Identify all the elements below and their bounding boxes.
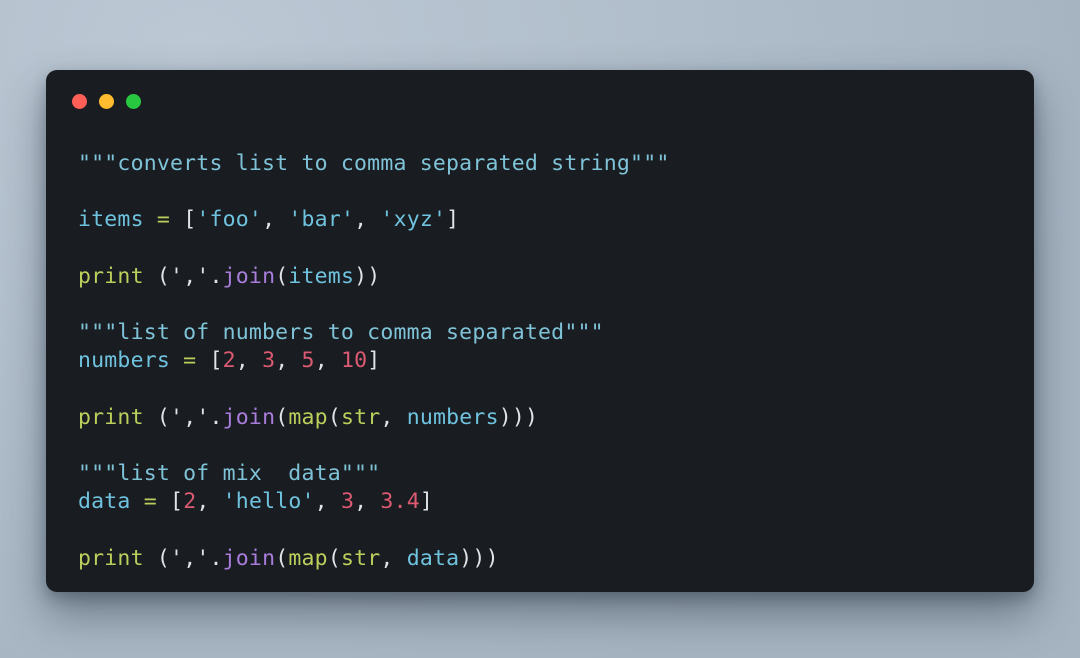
docstring-converts-list: """converts list to comma separated stri… <box>78 151 670 176</box>
builtin-map-1: map <box>288 404 328 430</box>
string-comma-separator-1: ',' <box>170 263 210 289</box>
dot-1: . <box>209 263 223 289</box>
close-bracket-1: ] <box>446 207 460 233</box>
open-paren-3: ( <box>156 404 171 430</box>
python-code-block: """converts list to comma separated stri… <box>78 150 1004 573</box>
builtin-str-2: str <box>340 545 381 571</box>
space-9 <box>144 546 157 571</box>
builtin-print-1: print <box>78 263 144 289</box>
screenshot-stage: """converts list to comma separated stri… <box>0 0 1080 658</box>
comma-9: , <box>354 489 381 515</box>
comma-3: , <box>235 348 263 374</box>
close-parens-2: ))) <box>498 404 539 430</box>
code-line-7: """list of numbers to comma separated""" <box>78 319 1004 347</box>
string-comma-separator-2: ',' <box>170 404 210 430</box>
string-comma-separator-3: ',' <box>170 545 210 571</box>
number-2b: 2 <box>183 489 197 515</box>
space-8 <box>157 489 170 514</box>
close-parens-3: ))) <box>459 545 499 571</box>
assign-operator-1: = <box>156 207 171 233</box>
dot-3: . <box>209 545 223 571</box>
open-paren-7: ( <box>275 545 289 571</box>
code-line-1: """converts list to comma separated stri… <box>78 150 1004 178</box>
code-line-12: """list of mix data""" <box>78 460 1004 488</box>
space-4 <box>170 348 183 373</box>
code-line-9-blank <box>78 376 1004 404</box>
comma-5: , <box>314 348 341 374</box>
maximize-window-icon[interactable] <box>126 93 141 109</box>
close-bracket-2: ] <box>367 348 381 374</box>
close-parens-1: )) <box>354 263 381 289</box>
code-line-3: items = ['foo', 'bar', 'xyz'] <box>78 206 1004 234</box>
open-paren-6: ( <box>156 545 171 571</box>
code-line-2-blank <box>78 178 1004 206</box>
space-3 <box>144 264 157 289</box>
code-line-6-blank <box>78 291 1004 319</box>
builtin-print-2: print <box>78 404 144 430</box>
method-join-1: join <box>222 263 276 289</box>
close-bracket-3: ] <box>419 489 434 515</box>
code-line-14-blank <box>78 517 1004 545</box>
builtin-str-1: str <box>340 404 381 430</box>
open-paren-1: ( <box>156 263 171 289</box>
window-title-bar <box>46 70 1034 132</box>
comma-6: , <box>380 404 407 430</box>
open-bracket-3: [ <box>170 489 184 515</box>
space-6 <box>144 405 157 430</box>
number-3b: 3 <box>340 489 355 515</box>
code-line-4-blank <box>78 235 1004 263</box>
open-paren-4: ( <box>275 404 289 430</box>
traffic-light-buttons <box>72 93 141 109</box>
code-line-15: print (','.join(map(str, data))) <box>78 545 1004 573</box>
variable-numbers: numbers <box>78 348 171 374</box>
variable-items: items <box>78 207 144 233</box>
method-join-3: join <box>222 545 276 571</box>
variable-numbers-ref: numbers <box>406 404 499 430</box>
string-hello: 'hello' <box>222 489 315 515</box>
assign-operator-2: = <box>183 348 197 374</box>
code-line-11-blank <box>78 432 1004 460</box>
code-line-10: print (','.join(map(str, numbers))) <box>78 404 1004 432</box>
code-snippet-window: """converts list to comma separated stri… <box>46 70 1034 592</box>
comma-10: , <box>380 545 407 571</box>
number-2: 2 <box>222 348 236 374</box>
open-paren-2: ( <box>275 263 289 289</box>
number-10: 10 <box>341 348 368 374</box>
space-1 <box>144 207 157 232</box>
comma-2: , <box>354 207 381 233</box>
builtin-print-3: print <box>78 545 144 571</box>
string-xyz: 'xyz' <box>380 207 447 233</box>
string-foo: 'foo' <box>196 207 263 233</box>
number-3: 3 <box>262 348 276 374</box>
comma-7: , <box>196 489 223 515</box>
space-5 <box>196 348 209 373</box>
code-line-5: print (','.join(items)) <box>78 263 1004 291</box>
comma-8: , <box>314 489 341 515</box>
assign-operator-3: = <box>143 489 157 515</box>
open-bracket-2: [ <box>209 348 223 374</box>
open-paren-5: ( <box>327 404 341 430</box>
number-3-4: 3.4 <box>380 489 420 515</box>
variable-items-ref: items <box>288 263 355 289</box>
number-5: 5 <box>301 348 315 374</box>
variable-data-ref: data <box>406 545 460 571</box>
space-2 <box>170 207 183 232</box>
builtin-map-2: map <box>288 545 328 571</box>
code-editor-area[interactable]: """converts list to comma separated stri… <box>46 132 1034 592</box>
docstring-list-of-mix: """list of mix data""" <box>78 461 381 487</box>
comma-4: , <box>275 348 302 374</box>
code-line-8: numbers = [2, 3, 5, 10] <box>78 347 1004 375</box>
string-bar: 'bar' <box>288 207 355 233</box>
open-paren-8: ( <box>327 545 341 571</box>
space-7 <box>131 489 144 514</box>
close-window-icon[interactable] <box>72 93 87 109</box>
code-line-13: data = [2, 'hello', 3, 3.4] <box>78 488 1004 516</box>
dot-2: . <box>209 404 223 430</box>
comma-1: , <box>262 207 289 233</box>
minimize-window-icon[interactable] <box>99 93 114 109</box>
docstring-list-of-numbers: """list of numbers to comma separated""" <box>78 320 604 346</box>
method-join-2: join <box>222 404 276 430</box>
variable-data: data <box>78 489 131 515</box>
open-bracket-1: [ <box>183 207 197 233</box>
